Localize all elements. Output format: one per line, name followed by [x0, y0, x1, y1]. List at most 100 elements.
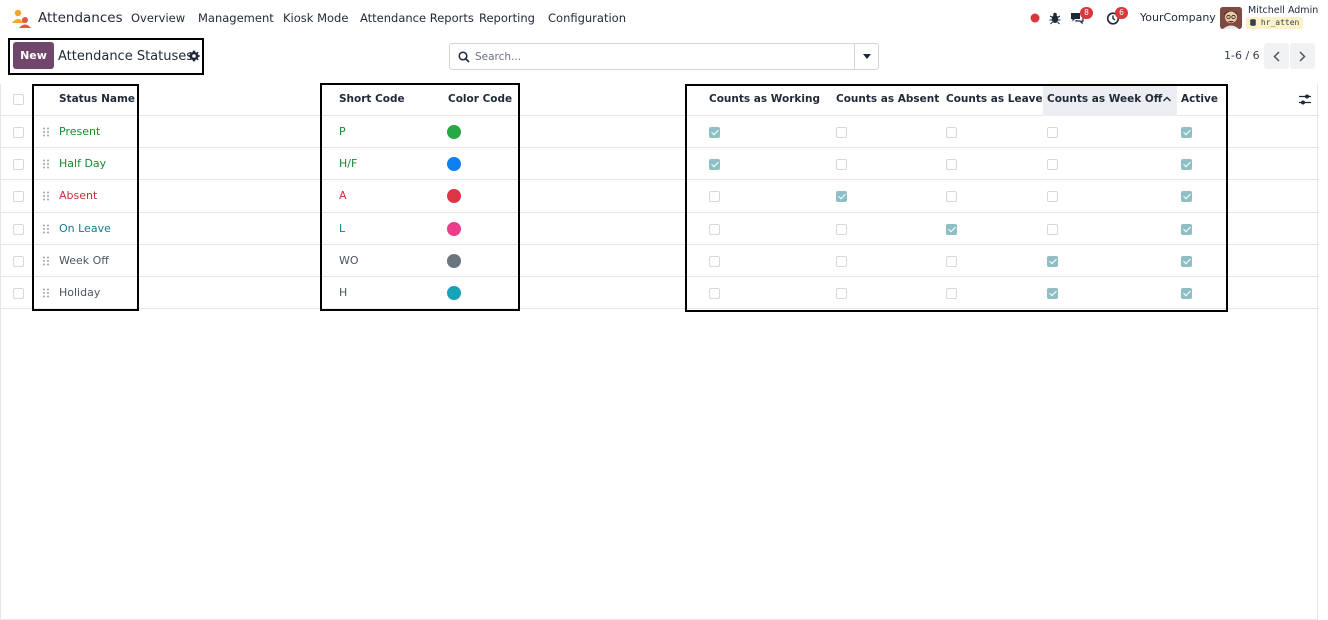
menu-kiosk-mode[interactable]: Kiosk Mode [283, 11, 348, 25]
cell-color-swatch [447, 221, 461, 236]
row-select-checkbox[interactable] [13, 223, 24, 235]
cell-working-checkbox [709, 255, 720, 267]
table-row[interactable]: Half Day H/F [1, 148, 1319, 181]
drag-handle-icon[interactable] [42, 288, 50, 298]
cell-absent-checkbox [836, 255, 847, 267]
cell-short-code: L [339, 221, 346, 235]
menu-overview[interactable]: Overview [131, 11, 185, 25]
cell-status-name: Holiday [59, 286, 101, 300]
column-counts-as-week-off-label: Counts as Week Off [1047, 93, 1163, 105]
row-select-checkbox[interactable] [13, 191, 24, 203]
pager-next-button[interactable] [1290, 43, 1315, 69]
cell-leave-checkbox [946, 223, 957, 235]
select-all-checkbox[interactable] [13, 94, 24, 105]
search-icon [458, 51, 470, 63]
attendances-app-icon[interactable] [11, 8, 31, 28]
menu-reporting[interactable]: Reporting [479, 11, 535, 25]
caret-down-icon [863, 54, 871, 59]
cell-status-name: Half Day [59, 157, 107, 171]
cell-absent-checkbox [836, 223, 847, 235]
column-counts-as-leave[interactable]: Counts as Leave [946, 84, 1043, 116]
drag-handle-icon[interactable] [42, 159, 50, 169]
table-row[interactable]: Holiday H [1, 277, 1319, 310]
table-row[interactable]: Week Off WO [1, 245, 1319, 277]
row-select-checkbox[interactable] [13, 288, 24, 300]
user-avatar-image [1220, 7, 1242, 29]
cell-working-checkbox [709, 159, 720, 171]
company-switcher[interactable]: YourCompany [1140, 11, 1216, 24]
cell-leave-checkbox [946, 191, 957, 203]
bug-icon[interactable] [1048, 11, 1062, 25]
cell-color-swatch [447, 253, 461, 268]
menu-management[interactable]: Management [198, 11, 274, 25]
chevron-left-icon [1273, 50, 1280, 62]
gear-icon[interactable] [188, 50, 200, 62]
cell-leave-checkbox [946, 127, 957, 139]
chevron-right-icon [1299, 50, 1306, 62]
search-bar[interactable] [449, 43, 879, 70]
activities-badge: 6 [1115, 7, 1128, 19]
pager-previous-button[interactable] [1264, 43, 1289, 69]
cell-status-name: Present [59, 125, 101, 139]
table-row[interactable]: On Leave L [1, 213, 1319, 245]
table-row[interactable]: Absent A [1, 180, 1319, 213]
cell-working-checkbox [709, 191, 720, 203]
cell-leave-checkbox [946, 288, 957, 300]
sort-ascending-icon [1163, 96, 1171, 102]
search-options-toggle[interactable] [854, 44, 879, 69]
table-header: Status Name Short Code Color Code Counts… [1, 84, 1319, 116]
cell-active-checkbox [1181, 255, 1192, 267]
menu-attendance-reports[interactable]: Attendance Reports [360, 11, 474, 25]
row-select-checkbox[interactable] [13, 159, 24, 171]
cell-week-off-checkbox [1047, 191, 1058, 203]
cell-status-name: Week Off [59, 253, 109, 267]
column-active[interactable]: Active [1181, 84, 1218, 116]
cell-leave-checkbox [946, 159, 957, 171]
optional-columns-toggle-icon[interactable] [1298, 93, 1312, 106]
top-navbar: Attendances Overview Management Kiosk Mo… [0, 0, 1328, 37]
column-status-name[interactable]: Status Name [59, 84, 135, 116]
messages-badge: 8 [1080, 7, 1093, 19]
user-avatar[interactable] [1220, 7, 1242, 29]
column-counts-as-absent[interactable]: Counts as Absent [836, 84, 939, 116]
cell-color-swatch [447, 125, 461, 140]
new-button[interactable]: New [13, 42, 54, 69]
cell-short-code: A [339, 189, 347, 203]
drag-handle-icon[interactable] [42, 224, 50, 234]
menu-configuration[interactable]: Configuration [548, 11, 626, 25]
cell-color-swatch [447, 286, 461, 301]
database-icon [1250, 18, 1256, 26]
cell-week-off-checkbox [1047, 127, 1058, 139]
table-row[interactable]: Present P [1, 116, 1319, 149]
user-name[interactable]: Mitchell Admin [1248, 5, 1318, 16]
database-label: hr_atten [1260, 18, 1300, 27]
cell-week-off-checkbox [1047, 159, 1058, 171]
cell-week-off-checkbox [1047, 223, 1058, 235]
column-counts-as-working[interactable]: Counts as Working [709, 84, 820, 116]
drag-handle-icon[interactable] [42, 191, 50, 201]
cell-active-checkbox [1181, 288, 1192, 300]
recording-dot-icon[interactable] [1028, 11, 1042, 25]
cell-status-name: On Leave [59, 221, 111, 235]
cell-absent-checkbox [836, 191, 847, 203]
cell-color-swatch [447, 157, 461, 172]
column-color-code[interactable]: Color Code [448, 84, 512, 116]
app-name[interactable]: Attendances [38, 10, 123, 26]
cell-absent-checkbox [836, 159, 847, 171]
cell-leave-checkbox [946, 255, 957, 267]
row-select-checkbox[interactable] [13, 255, 24, 267]
drag-handle-icon[interactable] [42, 256, 50, 266]
row-select-checkbox[interactable] [13, 127, 24, 139]
cell-status-name: Absent [59, 189, 98, 203]
column-short-code[interactable]: Short Code [339, 84, 405, 116]
column-counts-as-week-off[interactable]: Counts as Week Off [1043, 84, 1177, 116]
drag-handle-icon[interactable] [42, 127, 50, 137]
cell-absent-checkbox [836, 127, 847, 139]
cell-active-checkbox [1181, 223, 1192, 235]
pager-value[interactable]: 1-6 / 6 [1224, 49, 1260, 62]
cell-active-checkbox [1181, 191, 1192, 203]
cell-working-checkbox [709, 288, 720, 300]
search-input[interactable] [475, 49, 875, 65]
cell-working-checkbox [709, 223, 720, 235]
database-name: hr_atten [1246, 17, 1304, 29]
